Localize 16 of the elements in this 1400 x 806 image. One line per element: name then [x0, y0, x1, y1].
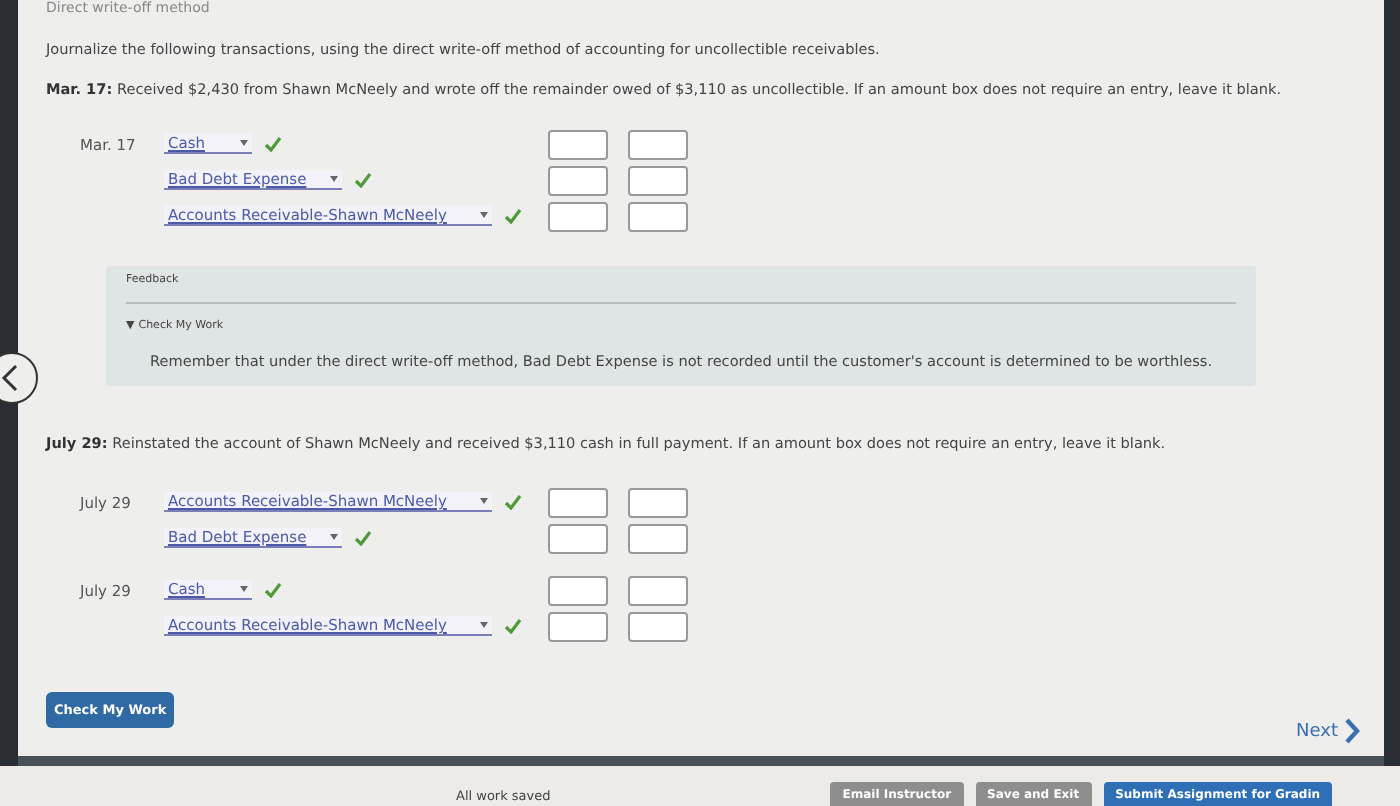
credit-field[interactable]: [628, 575, 688, 605]
next-button[interactable]: Next: [1296, 718, 1372, 752]
chevron-right-icon: [1344, 718, 1360, 744]
credit-field[interactable]: [628, 487, 688, 517]
debit-field[interactable]: [548, 611, 608, 641]
debit-field[interactable]: [548, 201, 608, 231]
credit-field[interactable]: [628, 523, 688, 553]
debit-field[interactable]: [548, 165, 608, 195]
credit-field[interactable]: [628, 611, 688, 641]
credit-field[interactable]: [628, 201, 688, 231]
debit-field[interactable]: [548, 575, 608, 605]
credit-field[interactable]: [628, 165, 688, 195]
debit-field[interactable]: [548, 129, 608, 159]
debit-field[interactable]: [548, 523, 608, 553]
debit-field[interactable]: [548, 487, 608, 517]
credit-field[interactable]: [628, 129, 688, 159]
